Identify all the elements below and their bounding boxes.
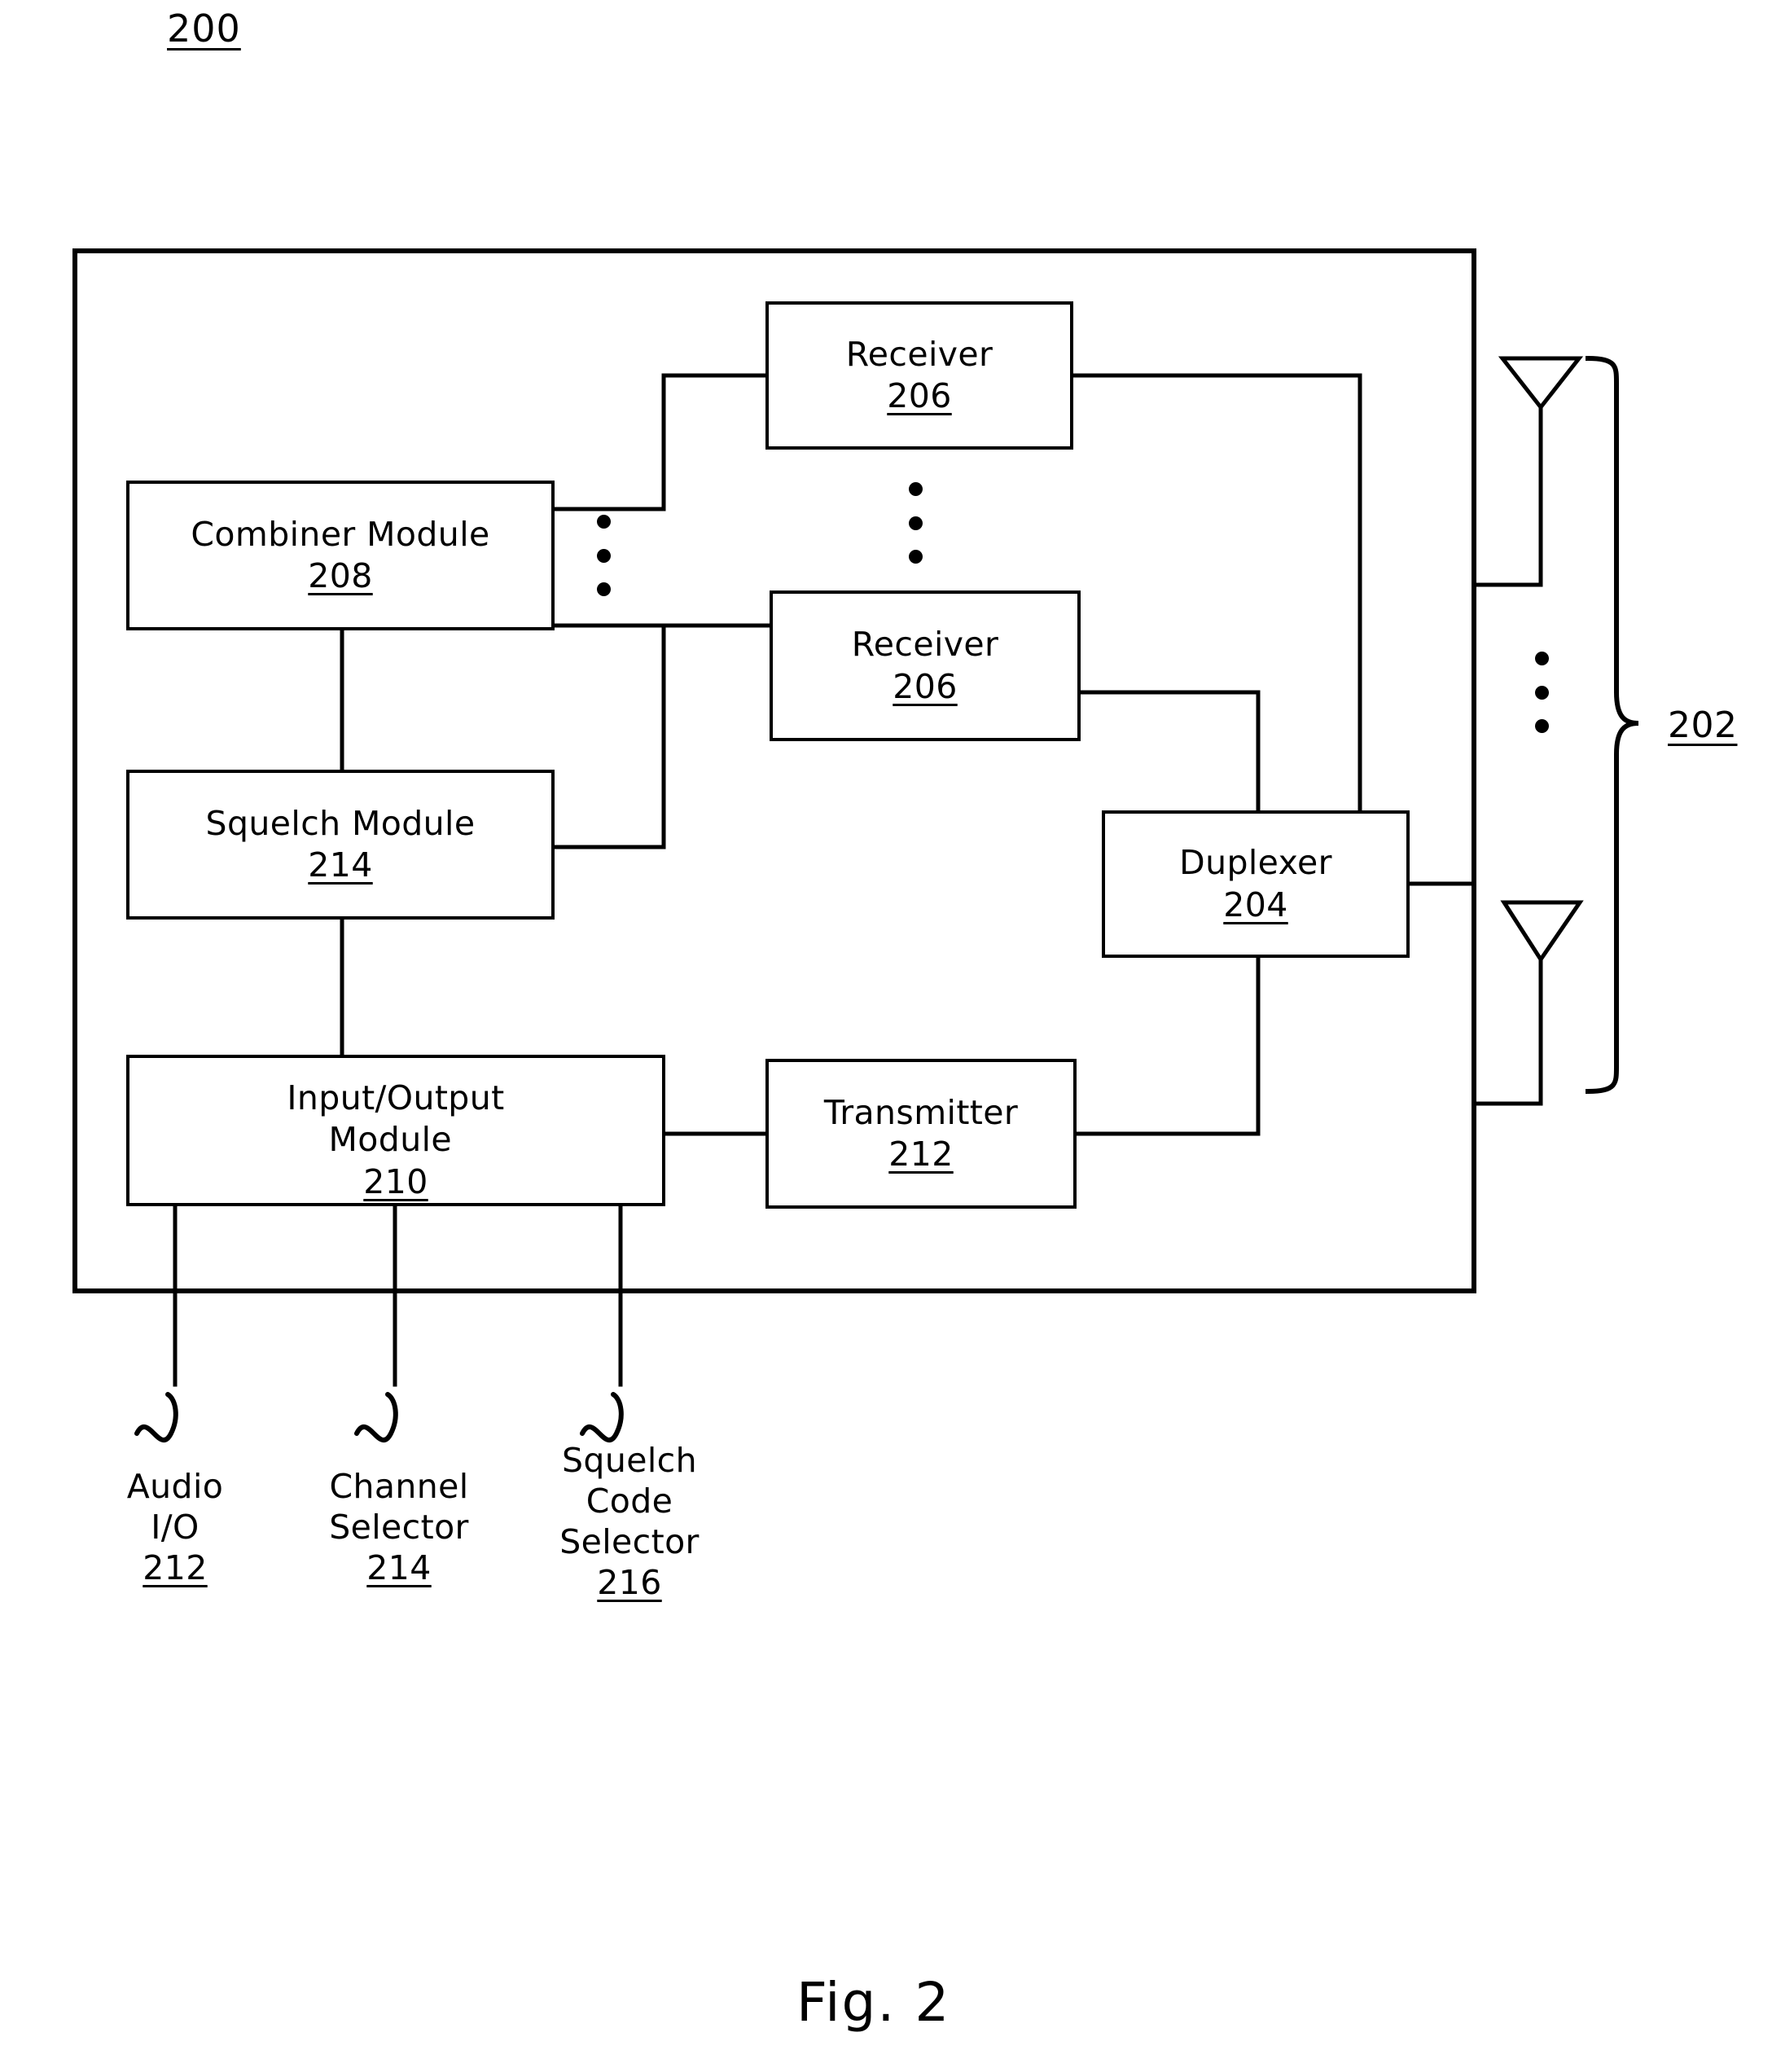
terminal-squelch-code-selector-ref: 216: [597, 1563, 662, 1603]
combiner-module-ref: 208: [308, 556, 373, 595]
squelch-module-title: Squelch Module: [205, 803, 476, 843]
terminal-audio-io-line1: Audio: [126, 1467, 224, 1506]
receiver-top-title: Receiver: [845, 334, 993, 374]
block-input-output-module[interactable]: Input/Output Module 210: [126, 1055, 665, 1206]
io-module-ref: 210: [363, 1161, 428, 1201]
receiver-top-ref: 206: [887, 376, 952, 415]
terminal-squelch-code-selector: Squelch Code Selector 216: [511, 1440, 748, 1603]
antenna-group-ref-202: 202: [1668, 705, 1738, 746]
transmitter-title: Transmitter: [823, 1092, 1019, 1132]
antennas-ellipsis-icon: [1533, 652, 1550, 733]
receivers-ellipsis-icon: [907, 482, 923, 564]
combiner-ports-ellipsis-icon: [595, 515, 612, 596]
combiner-module-title: Combiner Module: [191, 514, 490, 554]
terminal-squelch-code-selector-line2: Code: [586, 1482, 673, 1521]
block-squelch-module[interactable]: Squelch Module 214: [126, 770, 555, 920]
terminal-squelch-code-selector-line3: Selector: [559, 1522, 700, 1562]
squelch-module-ref: 214: [308, 845, 373, 885]
terminal-channel-selector: Channel Selector 214: [281, 1466, 517, 1588]
transmitter-ref: 212: [888, 1135, 954, 1174]
terminal-audio-io: Audio I/O 212: [57, 1466, 293, 1588]
receiver-bottom-ref: 206: [893, 666, 958, 706]
block-transmitter[interactable]: Transmitter 212: [765, 1059, 1077, 1209]
io-module-title-line2: Module: [328, 1120, 463, 1160]
terminal-channel-selector-ref: 214: [366, 1548, 432, 1588]
terminal-channel-selector-line2: Selector: [329, 1508, 469, 1547]
terminal-squelch-code-selector-line1: Squelch: [562, 1441, 697, 1480]
terminal-audio-io-line2: I/O: [151, 1508, 200, 1547]
terminal-channel-selector-line1: Channel: [329, 1467, 469, 1506]
figure-canvas: 200 Receiver 206 Receiver 206 Combiner M…: [0, 0, 1772, 2072]
receiver-bottom-title: Receiver: [851, 625, 999, 665]
block-combiner-module[interactable]: Combiner Module 208: [126, 481, 555, 630]
block-receiver-bottom[interactable]: Receiver 206: [770, 590, 1081, 741]
block-receiver-top[interactable]: Receiver 206: [765, 301, 1073, 450]
terminal-audio-io-ref: 212: [143, 1548, 208, 1588]
duplexer-ref: 204: [1223, 885, 1288, 924]
io-module-title-line1: Input/Output: [287, 1078, 505, 1117]
block-duplexer[interactable]: Duplexer 204: [1102, 810, 1410, 958]
figure-caption: Fig. 2: [796, 1971, 951, 2034]
duplexer-title: Duplexer: [1179, 843, 1332, 883]
